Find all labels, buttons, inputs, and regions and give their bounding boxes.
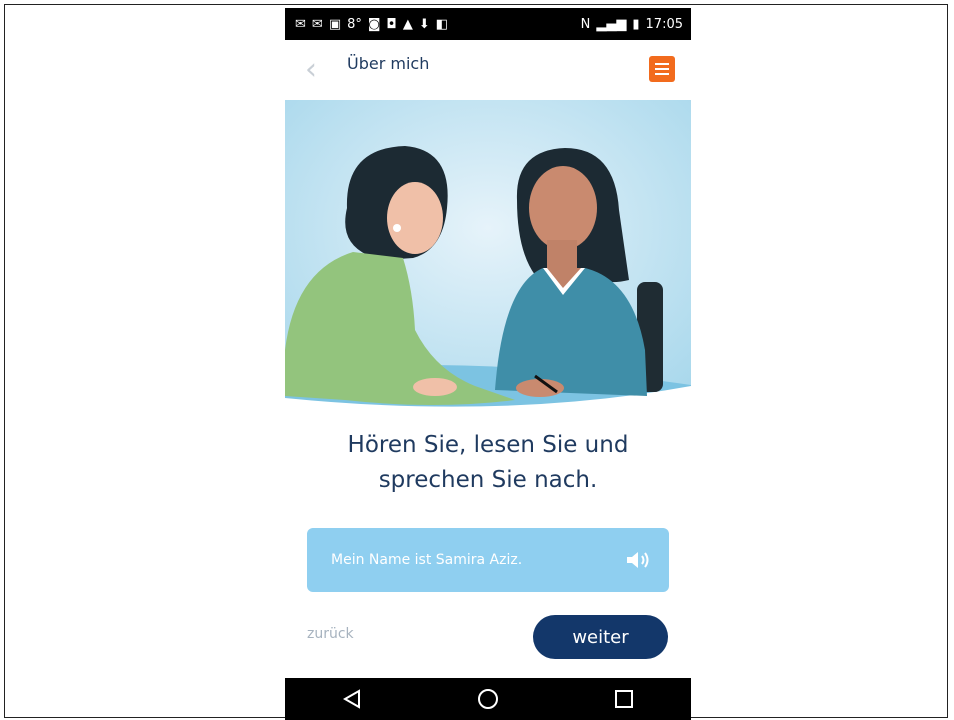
clock: 17:05 bbox=[645, 16, 683, 32]
headline-line-2: sprechen Sie nach. bbox=[378, 467, 598, 493]
instagram-icon: ◙ bbox=[367, 16, 381, 32]
nfc-icon: N bbox=[580, 16, 591, 32]
signal-icon: ▂▄▆ bbox=[596, 16, 627, 32]
menu-button[interactable] bbox=[649, 56, 675, 82]
page-title: Über mich bbox=[347, 54, 430, 73]
back-triangle-icon[interactable] bbox=[341, 688, 363, 710]
notification-icons: ✉ ✉ ▣ 8° ◙ ◘ ▲ ⬇ ◧ bbox=[285, 18, 448, 31]
status-bar: ✉ ✉ ▣ 8° ◙ ◘ ▲ ⬇ ◧ N ▂▄▆ ▮ 17:05 bbox=[285, 8, 691, 40]
messenger-icon: ✉ bbox=[295, 16, 306, 32]
battery-icon: ▮ bbox=[632, 16, 640, 32]
phrase-text: Mein Name ist Samira Aziz. bbox=[331, 552, 523, 568]
next-button[interactable]: weiter bbox=[533, 615, 668, 659]
recent-apps-square-icon[interactable] bbox=[613, 688, 635, 710]
camera-icon: ◘ bbox=[386, 16, 397, 32]
download-icon: ⬇ bbox=[418, 16, 430, 32]
speaker-icon[interactable] bbox=[625, 549, 651, 571]
back-link[interactable]: zurück bbox=[307, 626, 354, 642]
home-circle-icon[interactable] bbox=[476, 687, 500, 711]
messenger-icon: ✉ bbox=[311, 16, 323, 32]
headline-line-1: Hören Sie, lesen Sie und bbox=[347, 432, 629, 458]
hamburger-icon bbox=[655, 63, 669, 65]
instruction-headline: Hören Sie, lesen Sie und sprechen Sie na… bbox=[285, 428, 691, 498]
audio-phrase-box[interactable]: Mein Name ist Samira Aziz. bbox=[307, 528, 669, 592]
phone-screen: ✉ ✉ ▣ 8° ◙ ◘ ▲ ⬇ ◧ N ▂▄▆ ▮ 17:05 ‹ Über … bbox=[285, 8, 691, 720]
bag-icon: ◧ bbox=[435, 16, 449, 32]
conversation-illustration bbox=[285, 100, 691, 420]
system-icons: N ▂▄▆ ▮ 17:05 bbox=[581, 17, 691, 32]
back-chevron-icon[interactable]: ‹ bbox=[305, 55, 325, 86]
image-icon: ▣ bbox=[328, 16, 342, 32]
navigation-icon: ▲ bbox=[402, 16, 413, 32]
temperature-text: 8° bbox=[347, 16, 362, 32]
app-header: ‹ Über mich bbox=[285, 40, 691, 100]
android-nav-bar bbox=[285, 678, 691, 720]
